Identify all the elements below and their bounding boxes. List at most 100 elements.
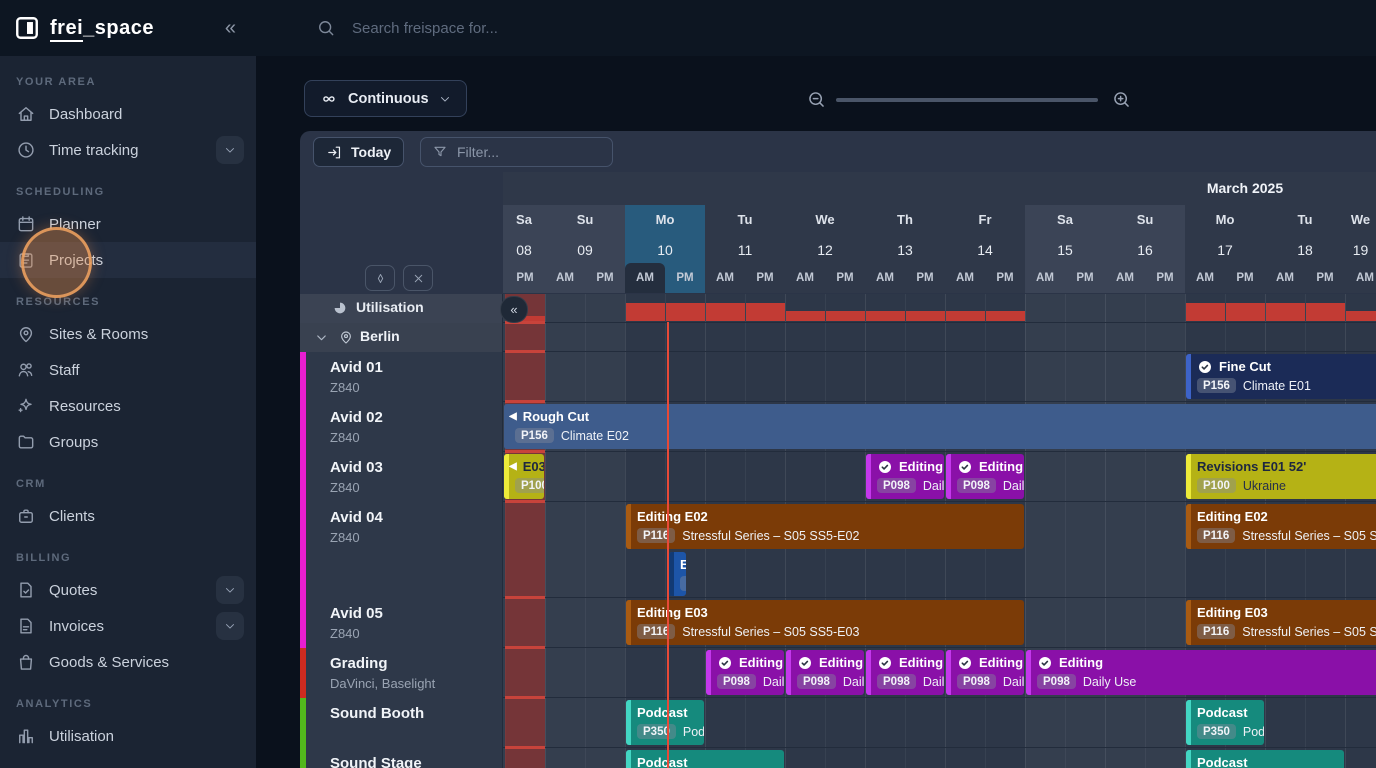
task-bar-podcast[interactable]: PodcastP350Podcast <box>626 750 784 768</box>
resource-row-avid-01[interactable]: Avid 01Z840 <box>300 352 503 402</box>
utilisation-bar <box>866 311 905 321</box>
task-bar-editing-e02[interactable]: Editing E02P116Stressful Series – S05 SS… <box>669 552 686 596</box>
project-name: Daily Use <box>763 675 784 689</box>
day-column-su16[interactable]: Su16AMPM <box>1105 205 1185 293</box>
day-column-tu18[interactable]: Tu18AMPM <box>1265 205 1345 293</box>
chevron-down-icon[interactable] <box>314 330 329 345</box>
resource-color-stripe <box>300 748 306 768</box>
sidebar-item-groups[interactable]: Groups <box>0 424 256 460</box>
clear-selection-button[interactable] <box>403 265 433 291</box>
task-bar-rough-cut[interactable]: ◀Rough CutP156Climate E02 <box>504 404 1376 449</box>
day-column-fr14[interactable]: Fr14AMPM <box>945 205 1025 293</box>
task-bar-podcast[interactable]: PodcastP350Podcast <box>626 700 704 745</box>
sidebar-item-staff[interactable]: Staff <box>0 352 256 388</box>
task-title-row: Editing <box>957 654 1018 671</box>
sidebar-item-goods-services[interactable]: Goods & Services <box>0 644 256 680</box>
sidebar-nav: YOUR AREADashboardTime trackingSCHEDULIN… <box>0 56 256 754</box>
global-search-input[interactable]: Search freispace for... <box>352 20 498 37</box>
zoom-slider-track[interactable] <box>836 98 1098 102</box>
filter-input[interactable]: Filter... <box>420 137 613 167</box>
task-bar-editing[interactable]: EditingP098Daily Use <box>1026 650 1376 695</box>
sidebar-item-clients[interactable]: Clients <box>0 498 256 534</box>
task-bar-editing[interactable]: EditingP098Daily Use <box>706 650 784 695</box>
resource-name: Avid 04 <box>330 509 383 526</box>
task-bar-podcast[interactable]: PodcastP350Podcast <box>1186 700 1264 745</box>
utilisation-row-label: Utilisation <box>356 299 424 315</box>
zoom-in-icon[interactable] <box>1111 89 1132 110</box>
resource-row-sound-stage[interactable]: Sound Stage <box>300 748 503 768</box>
sidebar: frei_space « YOUR AREADashboardTime trac… <box>0 0 256 768</box>
day-number-label: 18 <box>1265 242 1345 258</box>
resource-row-grading[interactable]: GradingDaVinci, Baselight <box>300 648 503 698</box>
task-bar-revisions-e01-52-[interactable]: Revisions E01 52'P100Ukraine <box>1186 454 1376 499</box>
sidebar-item-dashboard[interactable]: Dashboard <box>0 96 256 132</box>
task-bar-fine-cut[interactable]: Fine CutP156Climate E01 <box>1186 354 1376 399</box>
task-bar-editing-e02[interactable]: Editing E02P116Stressful Series – S05 SS… <box>626 504 1024 549</box>
task-title: Editing <box>1059 654 1103 671</box>
view-mode-dropdown[interactable]: Continuous <box>304 80 467 117</box>
task-bar-podcast[interactable]: PodcastP350Podcast <box>1186 750 1344 768</box>
sidebar-item-quotes[interactable]: Quotes <box>0 572 256 608</box>
resource-row-avid-02[interactable]: Avid 02Z840 <box>300 402 503 452</box>
task-detail-row: P098Daily Use <box>957 674 1018 689</box>
day-column-su09[interactable]: Su09AMPM <box>545 205 625 293</box>
sidebar-item-planner[interactable]: Planner <box>0 206 256 242</box>
task-title: Editing <box>739 654 783 671</box>
day-column-we19[interactable]: We19AMPM <box>1345 205 1376 293</box>
day-column-sa08[interactable]: Sa08AMPM <box>503 205 545 293</box>
resource-row-avid-03[interactable]: Avid 03Z840 <box>300 452 503 502</box>
task-title-row: Editing E03 <box>1197 604 1373 621</box>
task-color-stripe <box>1186 354 1191 399</box>
project-code-badge: P098 <box>1037 674 1076 689</box>
today-button[interactable]: Today <box>313 137 404 167</box>
task-bar-editing-e03[interactable]: Editing E03P116Stressful Series – S05 SS… <box>626 600 1024 645</box>
sidebar-item-time-tracking[interactable]: Time tracking <box>0 132 256 168</box>
resource-row-avid-05[interactable]: Avid 05Z840 <box>300 598 503 648</box>
sidebar-item-resources[interactable]: Resources <box>0 388 256 424</box>
sidebar-item-sites-rooms[interactable]: Sites & Rooms <box>0 316 256 352</box>
utilisation-bar <box>906 311 945 321</box>
day-name-label: Th <box>865 212 945 227</box>
collapse-resource-panel-button[interactable]: « <box>500 296 528 323</box>
group-row-berlin[interactable]: Berlin <box>300 323 503 352</box>
task-bar-editing[interactable]: EditingP098Daily Use <box>946 454 1024 499</box>
clipboard-icon <box>16 250 36 270</box>
resource-row-avid-04[interactable]: Avid 04Z840 <box>300 502 503 598</box>
resource-row-sound-booth[interactable]: Sound Booth <box>300 698 503 748</box>
task-title-row: Editing E02 <box>1197 508 1373 525</box>
day-column-tu11[interactable]: Tu11AMPM <box>705 205 785 293</box>
sidebar-item-utilisation[interactable]: Utilisation <box>0 718 256 754</box>
task-bar-editing[interactable]: EditingP098Daily Use <box>786 650 864 695</box>
task-title: Editing E02 <box>680 556 686 573</box>
task-bar-editing[interactable]: EditingP098Daily Use <box>866 650 944 695</box>
sidebar-collapse-button[interactable]: « <box>219 15 242 42</box>
sidebar-item-invoices[interactable]: Invoices <box>0 608 256 644</box>
chevron-down-icon <box>438 92 452 106</box>
task-detail-row: P156Climate E02 <box>515 428 1373 443</box>
day-number-label: 08 <box>503 242 545 258</box>
day-column-mo17[interactable]: Mo17AMPM <box>1185 205 1265 293</box>
chevron-down-icon[interactable] <box>216 576 244 604</box>
task-bar-editing-e03[interactable]: Editing E03P116Stressful Series – S05 SS… <box>1186 600 1376 645</box>
day-column-th13[interactable]: Th13AMPM <box>865 205 945 293</box>
day-column-we12[interactable]: We12AMPM <box>785 205 865 293</box>
sidebar-item-projects[interactable]: Projects <box>0 242 256 278</box>
task-title-row: Editing <box>877 654 938 671</box>
resource-color-stripe <box>300 698 306 748</box>
task-bar-editing-e02[interactable]: Editing E02P116Stressful Series – S05 SS… <box>1186 504 1376 549</box>
chevron-down-icon[interactable] <box>216 612 244 640</box>
day-column-sa15[interactable]: Sa15AMPM <box>1025 205 1105 293</box>
task-title-row: Podcast <box>637 754 778 768</box>
utilisation-bar <box>706 303 745 321</box>
day-column-mo10[interactable]: Mo10AMPM <box>625 205 705 293</box>
app-logo-text[interactable]: frei_space <box>50 17 154 40</box>
expand-rows-button[interactable] <box>365 265 395 291</box>
task-detail-row: P156Climate E01 <box>1197 378 1373 393</box>
project-name: Daily Use <box>1003 479 1024 493</box>
task-title-row: Editing <box>797 654 858 671</box>
chevron-down-icon[interactable] <box>216 136 244 164</box>
task-bar-editing[interactable]: EditingP098Daily Use <box>866 454 944 499</box>
task-bar-e03-[interactable]: ◀E03 +P100 <box>504 454 544 499</box>
zoom-out-icon[interactable] <box>806 89 827 110</box>
task-bar-editing[interactable]: Editing P098Daily Use <box>946 650 1024 695</box>
